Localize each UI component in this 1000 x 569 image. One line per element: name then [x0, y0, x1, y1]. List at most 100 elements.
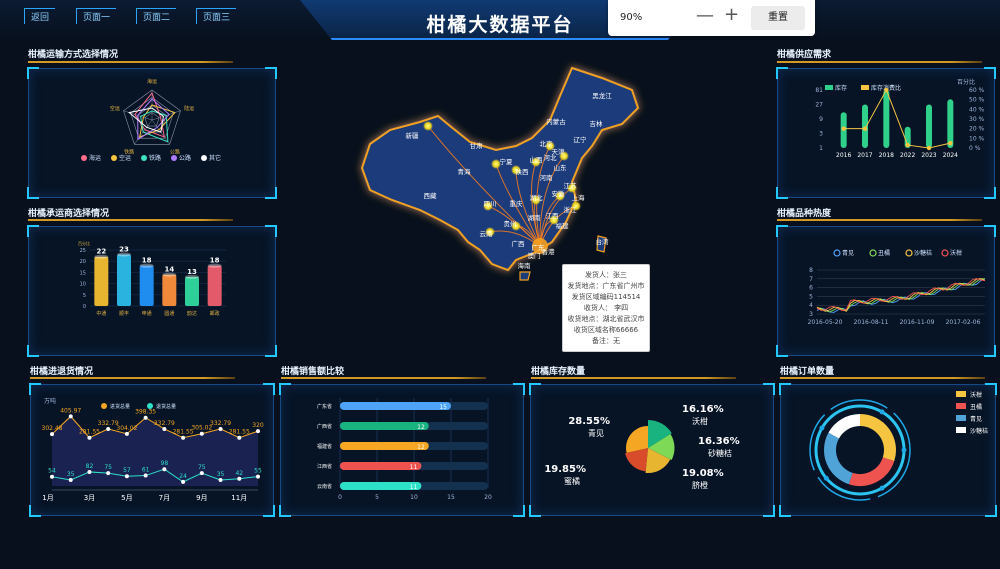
orders-legend-marker [956, 415, 966, 421]
map-city-dot[interactable] [423, 121, 433, 131]
import-x-tick: 1月 [42, 494, 53, 502]
carrier-bar [94, 256, 109, 306]
orders-slice [828, 414, 861, 439]
radar-axis-label: 海运 [147, 78, 157, 85]
carrier-y-tick: 25 [80, 248, 86, 254]
variety-x-tick: 2016-05-20 [808, 319, 843, 326]
nav-page-three-button[interactable]: 页面三 [196, 8, 237, 24]
map-province-label: 江西 [546, 212, 560, 220]
carrier-bar [207, 265, 222, 306]
supply-x-tick: 2018 [879, 152, 894, 159]
orders-ring-node [823, 475, 829, 481]
import-point [237, 435, 242, 440]
import-point [106, 471, 111, 476]
radar-legend-label: 铁路 [149, 154, 161, 162]
import-point [68, 414, 73, 419]
section-divider [30, 377, 235, 379]
import-point-label: 35 [67, 471, 75, 478]
radar-legend-marker [201, 155, 207, 161]
map-province-label: 陕西 [516, 167, 530, 176]
import-point-label: 332.79 [154, 420, 175, 427]
import-x-tick: 9月 [196, 494, 207, 502]
section-divider [777, 61, 982, 63]
section-divider [281, 377, 486, 379]
tooltip-destination: 收货地点：湖北省武汉市 [567, 315, 645, 323]
import-point-label: 302.48 [42, 425, 63, 432]
nav-page-two-button[interactable]: 页面二 [136, 8, 177, 24]
orders-ring-node [819, 425, 825, 431]
import-y-axis-title: 万吨 [44, 397, 56, 405]
map-province-label: 海南 [518, 261, 532, 270]
carrier-y-tick: 10 [80, 282, 86, 288]
zoom-level: 90% [620, 12, 643, 23]
carrier-y-tick: 15 [80, 270, 86, 276]
tooltip-origin: 发货地点：广东省广州市 [567, 282, 645, 290]
map-province-label: 青海 [458, 167, 472, 176]
inventory-pie-chart: 16.16%沃柑 16.36%砂糖桔 19.08%脐橙 19.85%蜜橘 28.55%青… [544, 404, 739, 490]
import-point-label: 332.79 [210, 420, 231, 427]
variety-legend-marker [905, 249, 913, 257]
supply-left-tick: 1 [819, 145, 823, 152]
zoom-reset-button[interactable]: 重置 [751, 6, 805, 30]
variety-y-tick: 3 [809, 311, 813, 318]
nav-page-one-button[interactable]: 页面一 [76, 8, 117, 24]
supply-left-tick: 3 [819, 131, 823, 138]
zoom-in-button[interactable]: + [724, 4, 739, 25]
map-province-label: 甘肃 [470, 141, 484, 150]
radar-axis-label: 陆运 [184, 105, 194, 112]
orders-legend-marker [956, 403, 966, 409]
variety-y-tick: 7 [809, 276, 813, 283]
map-province-label: 新疆 [406, 131, 420, 140]
carrier-bar [162, 274, 177, 306]
orders-ring-node [879, 485, 885, 491]
carrier-category-label: 邮政 [210, 310, 220, 317]
section-divider [780, 377, 985, 379]
map-province-label: 台湾 [596, 237, 610, 246]
carrier-bar-value: 18 [142, 257, 152, 265]
import-point-label: 304.02 [116, 425, 137, 432]
sales-bar-value: 12 [417, 424, 425, 431]
import-return-section-title: 柑橘进退货情况 [30, 367, 94, 377]
import-point-label: 61 [142, 467, 150, 474]
carrier-bar-value: 22 [96, 248, 106, 256]
orders-section-title: 柑橘订单数量 [780, 367, 835, 377]
sales-bar-value: 15 [439, 404, 447, 411]
sales-bar [340, 442, 429, 450]
supply-demand-chart: 库存库存消费比百分比13927810 %10 %20 %30 %40 %50 %… [815, 78, 985, 159]
orders-legend-marker [956, 427, 966, 433]
zoom-out-button[interactable]: — [696, 5, 714, 26]
orders-legend-label: 沙糖桔 [970, 427, 988, 435]
import-point [162, 426, 167, 431]
supply-right-tick: 10 % [969, 135, 985, 142]
supply-x-tick: 2022 [900, 152, 915, 159]
supply-right-tick: 20 % [969, 126, 985, 133]
import-point [143, 473, 148, 478]
supply-legend-marker [861, 85, 869, 90]
import-x-tick: 3月 [84, 494, 95, 502]
sales-category-label: 广东省 [317, 403, 332, 410]
radar-legend-label: 空运 [119, 154, 131, 162]
import-legend-label: 退货总量 [156, 403, 176, 410]
supply-right-axis-title: 百分比 [957, 78, 975, 86]
section-divider [28, 61, 233, 63]
import-point-label: 75 [198, 464, 206, 471]
china-logistics-map[interactable]: 黑龙江吉林辽宁内蒙古北京天津河北山西山东宁夏陕西甘肃青海新疆西藏四川 重庆湖北河南… [340, 50, 660, 290]
nav-back-button[interactable]: 返回 [24, 8, 56, 24]
carrier-y-axis-title: 百分比 [78, 240, 90, 246]
import-x-tick: 5月 [121, 494, 132, 502]
map-province-label: 河南 [540, 173, 554, 182]
import-point [87, 435, 92, 440]
supply-bar [926, 104, 932, 148]
supply-legend-marker [825, 85, 833, 90]
import-point [256, 474, 260, 479]
import-point-label: 24 [179, 473, 187, 480]
supply-legend-label: 库存 [835, 84, 847, 92]
supply-x-tick: 2023 [921, 152, 936, 159]
section-divider [28, 219, 233, 221]
import-point-label: 75 [104, 464, 112, 471]
variety-legend-marker [833, 249, 841, 257]
supply-right-tick: 40 % [969, 106, 985, 113]
map-province-label: 宁夏 [500, 157, 514, 166]
orders-legend-label: 青见 [970, 415, 982, 423]
supply-right-tick: 60 % [969, 87, 985, 94]
